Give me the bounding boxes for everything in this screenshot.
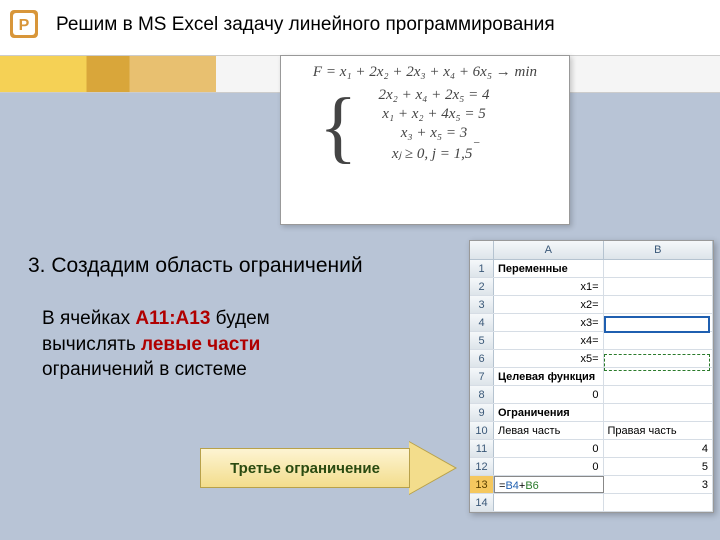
cell[interactable] xyxy=(604,332,714,349)
brace-icon: { xyxy=(319,87,357,167)
excel-column-headers: A B xyxy=(470,241,713,260)
table-row: 3x2= xyxy=(470,296,713,314)
arrow-callout: Третье ограничение xyxy=(200,448,465,488)
row-header[interactable]: 8 xyxy=(470,386,494,403)
table-row: 14 xyxy=(470,494,713,512)
cell[interactable] xyxy=(604,296,714,313)
cell[interactable]: 0 xyxy=(494,458,604,475)
row-header[interactable]: 1 xyxy=(470,260,494,277)
app-logo-icon: P xyxy=(4,4,44,44)
page-title: Решим в MS Excel задачу линейного програ… xyxy=(56,14,555,36)
table-row: 2x1= xyxy=(470,278,713,296)
cell[interactable] xyxy=(604,314,714,331)
table-row: 13=B4+B63 xyxy=(470,476,713,494)
cell[interactable] xyxy=(494,494,604,511)
col-header-b[interactable]: B xyxy=(604,241,714,259)
row-header[interactable]: 9 xyxy=(470,404,494,421)
cell[interactable]: Левая часть xyxy=(494,422,604,439)
objective-function: F = x₁ + 2x₂ + 2x₃ + x₄ + 6x₅ → min xyxy=(289,64,561,81)
cell[interactable]: 0 xyxy=(494,440,604,457)
equation-system: { 2x₂ + x₄ + 2x₅ = 4 x₁ + x₂ + 4x₅ = 5 x… xyxy=(289,87,561,163)
cell[interactable]: x3= xyxy=(494,314,604,331)
row-header[interactable]: 2 xyxy=(470,278,494,295)
cell[interactable]: x5= xyxy=(494,350,604,367)
row-header[interactable]: 11 xyxy=(470,440,494,457)
table-row: 6x5= xyxy=(470,350,713,368)
table-row: 1Переменные xyxy=(470,260,713,278)
row-header[interactable]: 4 xyxy=(470,314,494,331)
cell[interactable] xyxy=(604,368,714,385)
cell[interactable]: Целевая функция xyxy=(494,368,604,385)
cell[interactable]: x2= xyxy=(494,296,604,313)
row-header[interactable]: 10 xyxy=(470,422,494,439)
table-row: 80 xyxy=(470,386,713,404)
cell[interactable]: =B4+B6 xyxy=(494,476,604,493)
select-all-corner[interactable] xyxy=(470,241,494,259)
table-row: 5x4= xyxy=(470,332,713,350)
table-row: 9Ограничения xyxy=(470,404,713,422)
row-header[interactable]: 3 xyxy=(470,296,494,313)
cell[interactable]: 4 xyxy=(604,440,714,457)
cell[interactable] xyxy=(604,350,714,367)
table-row: 10Левая частьПравая часть xyxy=(470,422,713,440)
row-header[interactable]: 14 xyxy=(470,494,494,511)
cell[interactable]: x4= xyxy=(494,332,604,349)
cell[interactable]: 3 xyxy=(604,476,713,493)
svg-text:P: P xyxy=(19,17,30,34)
cell[interactable] xyxy=(604,278,714,295)
cell[interactable] xyxy=(604,260,714,277)
table-row: 7Целевая функция xyxy=(470,368,713,386)
cell-range: А11:A13 xyxy=(135,308,210,329)
cell[interactable] xyxy=(604,494,714,511)
cell[interactable]: 0 xyxy=(494,386,604,403)
row-header[interactable]: 13 xyxy=(470,476,494,493)
table-row: 1104 xyxy=(470,440,713,458)
callout-label: Третье ограничение xyxy=(200,448,410,488)
cell[interactable]: Переменные xyxy=(494,260,604,277)
equation-box: F = x₁ + 2x₂ + 2x₃ + x₄ + 6x₅ → min { 2x… xyxy=(280,55,570,225)
row-header[interactable]: 5 xyxy=(470,332,494,349)
excel-screenshot: A B 1Переменные2x1=3x2=4x3=5x4=6x5=7Целе… xyxy=(469,240,714,513)
cell[interactable]: x1= xyxy=(494,278,604,295)
table-row: 4x3= xyxy=(470,314,713,332)
cell[interactable]: Ограничения xyxy=(494,404,604,421)
cell[interactable] xyxy=(604,386,714,403)
header: P Решим в MS Excel задачу линейного прог… xyxy=(0,0,720,55)
row-header[interactable]: 7 xyxy=(470,368,494,385)
col-header-a[interactable]: A xyxy=(494,241,604,259)
row-header[interactable]: 6 xyxy=(470,350,494,367)
section-heading: 3. Создадим область ограничений xyxy=(28,254,363,278)
table-row: 1205 xyxy=(470,458,713,476)
row-header[interactable]: 12 xyxy=(470,458,494,475)
body-text: В ячейках А11:A13 будем вычислять левые … xyxy=(42,306,402,383)
cell[interactable] xyxy=(604,404,714,421)
cell[interactable]: 5 xyxy=(604,458,714,475)
cell[interactable]: Правая часть xyxy=(604,422,714,439)
left-parts-label: левые части xyxy=(141,334,260,355)
